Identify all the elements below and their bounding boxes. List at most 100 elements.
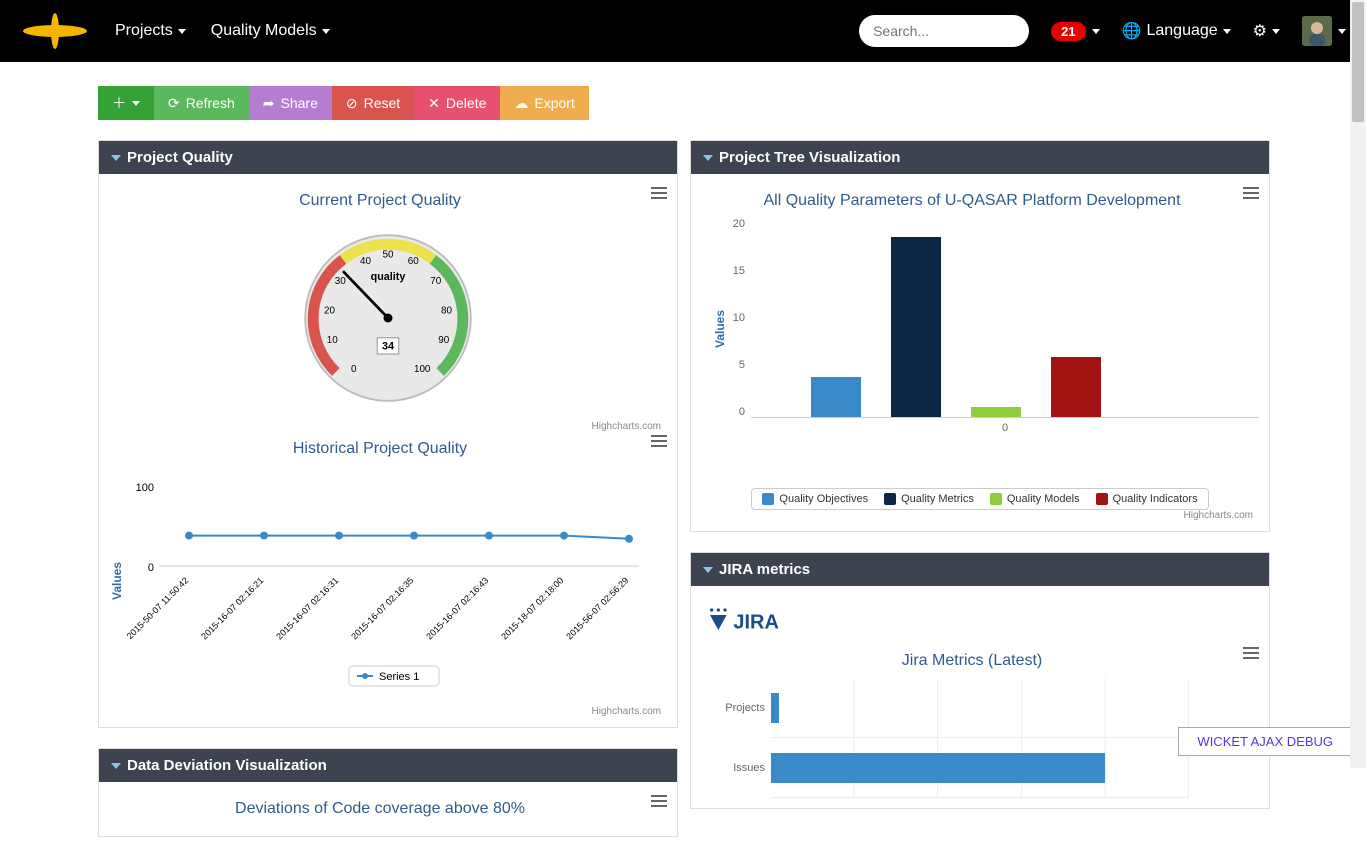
panel-title: Project Tree Visualization (719, 149, 900, 166)
collapse-icon (703, 567, 713, 573)
legend-models[interactable]: Quality Models (990, 493, 1080, 505)
avatar (1302, 16, 1332, 46)
settings-dropdown[interactable]: ⚙ (1253, 21, 1280, 41)
panel-header-jira[interactable]: JIRA metrics (691, 553, 1269, 586)
brand-logo[interactable] (20, 11, 90, 51)
caret-down-icon (1338, 29, 1346, 34)
language-dropdown[interactable]: 🌐 Language (1122, 21, 1231, 41)
share-button[interactable]: ➦ Share (249, 86, 332, 120)
chart-menu-icon[interactable] (651, 184, 667, 202)
jira-header: Jira Metrics (Latest) (701, 644, 1259, 678)
caret-down-icon (322, 29, 330, 34)
panel-body: Deviations of Code coverage above 80% (99, 782, 677, 836)
svg-text:70: 70 (430, 276, 441, 287)
action-toolbar: ＋ ⟳ Refresh ➦ Share ⊘ Reset ✕ Delete ☁ E… (98, 86, 1268, 120)
hbar-label: Projects (701, 702, 771, 714)
svg-text:0: 0 (351, 364, 357, 375)
caret-down-icon (1272, 29, 1280, 34)
share-label: Share (281, 95, 318, 111)
wicket-debug-link[interactable]: WICKET AJAX DEBUG (1178, 727, 1352, 756)
delete-button[interactable]: ✕ Delete (414, 86, 500, 120)
add-button[interactable]: ＋ (98, 86, 154, 120)
svg-text:100: 100 (136, 482, 154, 494)
search-input[interactable] (859, 15, 1029, 47)
panel-title: Project Quality (127, 149, 233, 166)
collapse-icon (111, 155, 121, 161)
panel-deviation: Data Deviation Visualization Deviations … (98, 748, 678, 837)
history-title: Historical Project Quality (109, 440, 651, 458)
legend-objectives[interactable]: Quality Objectives (762, 493, 868, 505)
nav-projects-label: Projects (115, 22, 173, 40)
delete-icon: ✕ (428, 95, 440, 112)
panel-project-quality: Project Quality Current Project Quality (98, 140, 678, 728)
gauge-title: Current Project Quality (109, 192, 651, 210)
export-label: Export (534, 95, 574, 111)
svg-text:10: 10 (327, 335, 338, 346)
scrollbar-thumb[interactable] (1352, 2, 1364, 122)
svg-text:2015-56-07 02:56:29: 2015-56-07 02:56:29 (564, 575, 630, 641)
delete-label: Delete (446, 95, 486, 111)
reset-button[interactable]: ⊘ Reset (332, 86, 414, 120)
history-line-chart: Values 100 0 (109, 466, 667, 706)
chart-menu-icon[interactable] (651, 432, 667, 450)
nav-projects[interactable]: Projects (115, 22, 186, 40)
hbar-label: Issues (701, 762, 771, 774)
refresh-label: Refresh (186, 95, 235, 111)
panel-header-project-quality[interactable]: Project Quality (99, 141, 677, 174)
scrollbar[interactable] (1350, 0, 1366, 768)
export-button[interactable]: ☁ Export (500, 86, 588, 120)
quality-params-bar-chart: Values 20151050 0 (701, 218, 1259, 478)
svg-text:34: 34 (382, 341, 394, 353)
main-container: ＋ ⟳ Refresh ➦ Share ⊘ Reset ✕ Delete ☁ E… (98, 62, 1268, 857)
svg-text:30: 30 (335, 276, 346, 287)
panel-tree: Project Tree Visualization All Quality P… (690, 140, 1270, 532)
chart-menu-icon[interactable] (1243, 184, 1259, 202)
collapse-icon (703, 155, 713, 161)
svg-text:2015-16-07 02:16:31: 2015-16-07 02:16:31 (274, 575, 340, 641)
svg-text:2015-16-07 02:16:21: 2015-16-07 02:16:21 (199, 575, 265, 641)
svg-text:Values: Values (110, 562, 124, 600)
nav-quality-models-label: Quality Models (211, 22, 317, 40)
bar-metrics (891, 237, 941, 417)
panel-title: Data Deviation Visualization (127, 757, 327, 774)
left-column: Project Quality Current Project Quality (98, 140, 678, 857)
svg-text:0: 0 (148, 562, 154, 574)
gauge-chart: 0 10 20 30 40 50 60 70 80 90 100 quality (109, 218, 667, 421)
jira-logo: JIRA (701, 596, 1259, 644)
export-icon: ☁ (514, 95, 528, 112)
x-tick: 0 (751, 422, 1259, 434)
jira-chart-title: Jira Metrics (Latest) (701, 652, 1243, 670)
user-dropdown[interactable] (1302, 16, 1346, 46)
svg-text:2015-16-07 02:16:35: 2015-16-07 02:16:35 (349, 575, 415, 641)
panel-jira: JIRA metrics JIRA Jira Metrics (690, 552, 1270, 809)
hbar-row-projects: Projects (771, 678, 1189, 738)
svg-text:100: 100 (414, 364, 431, 375)
gauge-header: Current Project Quality (109, 184, 667, 218)
chart-menu-icon[interactable] (651, 792, 667, 810)
panel-body: Current Project Quality (99, 174, 677, 727)
chart-menu-icon[interactable] (1243, 644, 1259, 662)
panel-title: JIRA metrics (719, 561, 810, 578)
legend-metrics[interactable]: Quality Metrics (884, 493, 974, 505)
nav-quality-models[interactable]: Quality Models (211, 22, 330, 40)
caret-down-icon (178, 29, 186, 34)
panel-header-deviation[interactable]: Data Deviation Visualization (99, 749, 677, 782)
refresh-button[interactable]: ⟳ Refresh (154, 86, 249, 120)
gear-icon: ⚙ (1253, 21, 1267, 41)
svg-text:20: 20 (324, 306, 335, 317)
svg-text:80: 80 (441, 306, 452, 317)
panel-body: All Quality Parameters of U-QASAR Platfo… (691, 174, 1269, 531)
notification-badge: 21 (1051, 22, 1085, 41)
caret-down-icon (1223, 29, 1231, 34)
caret-down-icon (1092, 29, 1100, 34)
legend-indicators[interactable]: Quality Indicators (1096, 493, 1198, 505)
svg-text:2015-16-07 02:16:43: 2015-16-07 02:16:43 (424, 575, 490, 641)
notifications-dropdown[interactable]: 21 (1051, 22, 1099, 41)
svg-text:40: 40 (360, 256, 371, 267)
panel-header-tree[interactable]: Project Tree Visualization (691, 141, 1269, 174)
globe-icon: 🌐 (1122, 21, 1142, 41)
svg-text:60: 60 (408, 256, 419, 267)
svg-text:JIRA: JIRA (733, 611, 779, 633)
svg-text:quality: quality (371, 271, 406, 283)
bar-header: All Quality Parameters of U-QASAR Platfo… (701, 184, 1259, 218)
